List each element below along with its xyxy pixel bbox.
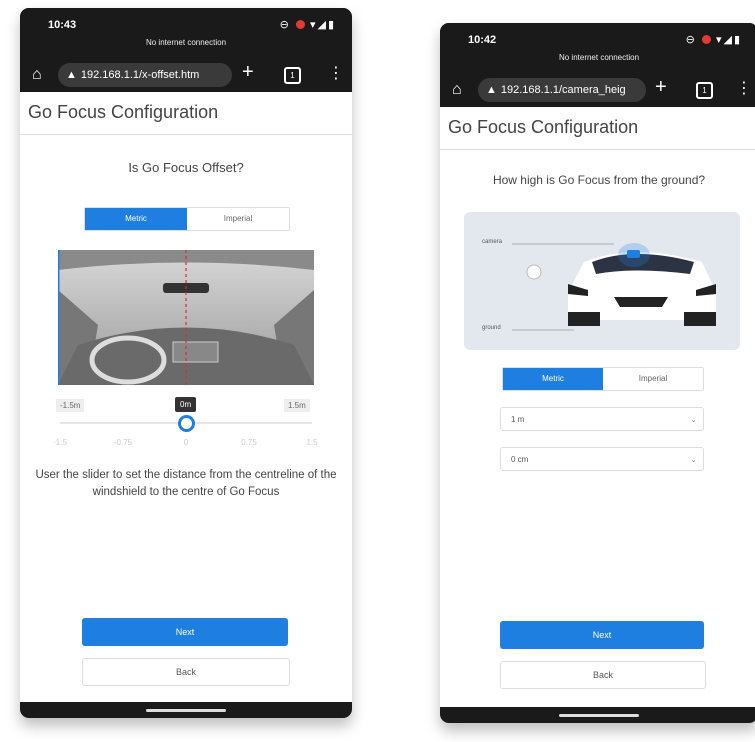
unit-toggle: Metric Imperial	[84, 207, 290, 231]
status-time: 10:43	[48, 19, 77, 31]
record-icon	[701, 35, 711, 44]
page-content: Go Focus Configuration Is Go Focus Offse…	[20, 92, 352, 702]
status-icons: ⊖ ▾◢▮	[685, 34, 742, 46]
no-internet-banner: No internet connection	[558, 53, 640, 62]
instruction-text: User the slider to set the distance from…	[35, 469, 337, 498]
imperial-tab[interactable]: Imperial	[603, 368, 703, 390]
home-icon[interactable]: ⌂	[32, 66, 42, 84]
metric-tab[interactable]: Metric	[503, 368, 603, 390]
page-content: Go Focus Configuration How high is Go Fo…	[440, 107, 755, 707]
no-internet-banner: No internet connection	[145, 38, 227, 47]
slider-tick-label: 0.75	[241, 438, 257, 447]
offset-min-label: -1.5m	[56, 399, 85, 412]
new-tab-icon[interactable]: +	[242, 61, 254, 84]
phone-left: 10:43 ⊖ ▾◢▮ No internet connection ⌂ ▲ 19…	[20, 8, 352, 718]
height-centimeters-select[interactable]: 0 cm ⌄	[500, 447, 704, 471]
status-icons: ⊖ ▾◢▮	[279, 19, 336, 31]
status-bar: 10:42 ⊖ ▾◢▮ No internet connection	[440, 23, 755, 73]
chevron-down-icon: ⌄	[690, 415, 697, 424]
chevron-down-icon: ⌄	[690, 455, 697, 464]
tab-switcher-icon[interactable]: 1	[696, 82, 713, 99]
slider-tick-label: -0.75	[113, 438, 133, 447]
home-indicator[interactable]	[559, 714, 639, 717]
height-centimeters-value: 0 cm	[511, 455, 529, 464]
status-time: 10:42	[468, 34, 497, 46]
warning-icon: ▲	[486, 84, 497, 96]
more-menu-icon[interactable]: ⋮	[328, 63, 344, 83]
slider-thumb[interactable]	[178, 415, 195, 432]
address-bar[interactable]: ▲ 192.168.1.1/x-offset.htm	[58, 63, 232, 87]
slider-tick-label: 1.5	[306, 438, 318, 447]
ground-label: ground	[482, 325, 501, 331]
height-meters-value: 1 m	[511, 415, 525, 424]
car-illustration	[512, 243, 716, 331]
tab-switcher-icon[interactable]: 1	[284, 67, 301, 84]
home-icon[interactable]: ⌂	[452, 81, 462, 99]
browser-toolbar: ⌂ ▲ 192.168.1.1/camera_heig + 1 ⋮	[440, 73, 755, 107]
next-button[interactable]: Next	[500, 621, 704, 649]
more-menu-icon[interactable]: ⋮	[736, 78, 752, 98]
phone-right: 10:42 ⊖ ▾◢▮ No internet connection ⌂ ▲ 19…	[440, 23, 755, 723]
slider-tick-label: 0	[183, 438, 189, 447]
record-icon	[295, 20, 305, 29]
camera-height-diagram: camera ground	[464, 212, 740, 350]
title-divider	[20, 134, 352, 135]
browser-toolbar: ⌂ ▲ 192.168.1.1/x-offset.htm + 1 ⋮	[20, 58, 352, 92]
url-text: 192.168.1.1/camera_heig	[500, 84, 626, 96]
question-text: How high is Go Focus from the ground?	[492, 173, 706, 187]
address-bar[interactable]: ▲ 192.168.1.1/camera_heig	[478, 78, 646, 102]
warning-icon: ▲	[66, 69, 77, 81]
question-text: Is Go Focus Offset?	[128, 160, 244, 175]
offset-slider[interactable]	[60, 412, 312, 434]
offset-max-label: 1.5m	[284, 399, 310, 412]
page-title: Go Focus Configuration	[448, 117, 639, 137]
camera-label: camera	[482, 239, 503, 245]
url-text: 192.168.1.1/x-offset.htm	[80, 69, 200, 81]
next-button[interactable]: Next	[82, 618, 288, 646]
windshield-illustration	[58, 250, 314, 385]
offset-value-badge: 0m	[175, 397, 197, 412]
status-bar: 10:43 ⊖ ▾◢▮ No internet connection	[20, 8, 352, 58]
height-meters-select[interactable]: 1 m ⌄	[500, 407, 704, 431]
home-indicator[interactable]	[146, 709, 226, 712]
page-title: Go Focus Configuration	[28, 102, 219, 122]
unit-toggle: Metric Imperial	[502, 367, 704, 391]
back-button[interactable]: Back	[500, 661, 706, 689]
back-button[interactable]: Back	[82, 658, 290, 686]
slider-ticks: -1.5 -0.75 0 0.75 1.5	[53, 438, 317, 450]
metric-tab[interactable]: Metric	[85, 208, 187, 230]
title-divider	[440, 149, 755, 150]
slider-tick-label: -1.5	[53, 438, 67, 447]
go-focus-device	[627, 250, 640, 258]
imperial-tab[interactable]: Imperial	[187, 208, 289, 230]
new-tab-icon[interactable]: +	[655, 76, 667, 99]
